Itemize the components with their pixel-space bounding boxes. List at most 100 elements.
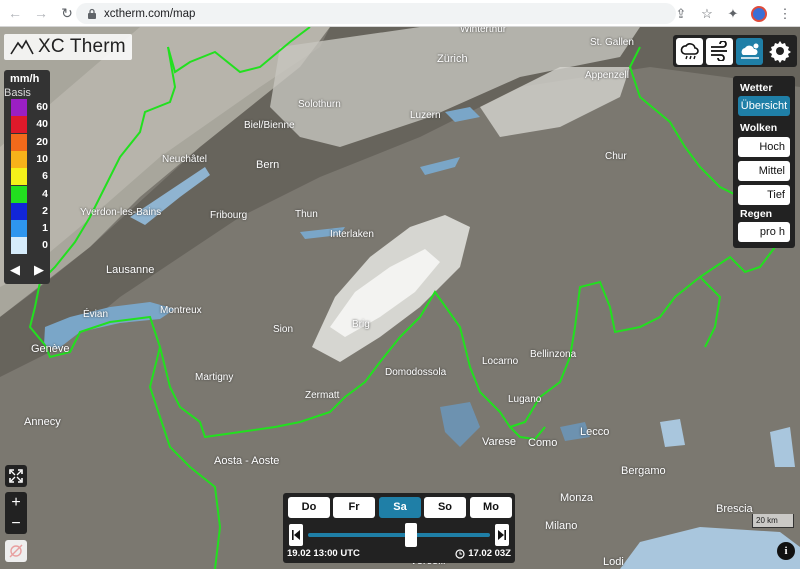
legend-label: 0 <box>42 239 48 252</box>
city-stgallen: St. Gallen <box>590 37 634 48</box>
zoom-out-button[interactable]: − <box>5 513 27 534</box>
legend-unit: mm/h <box>10 73 40 85</box>
overview-button[interactable]: Übersicht <box>738 96 790 116</box>
zoom-in-button[interactable]: + <box>5 492 27 513</box>
city-brescia: Brescia <box>716 503 753 515</box>
lock-icon <box>88 8 96 19</box>
profile-avatar[interactable] <box>748 3 770 24</box>
legend-swatch <box>11 116 27 134</box>
day-button-so[interactable]: So <box>424 497 466 518</box>
city-evian: Évian <box>83 309 109 320</box>
map-base <box>0 27 800 569</box>
city-neuchatel: Neuchâtel <box>162 154 208 165</box>
rain-per-hour-button[interactable]: pro h <box>738 222 790 242</box>
day-button-sa[interactable]: Sa <box>379 497 421 518</box>
mountain-logo-icon <box>10 39 34 55</box>
clouds-low-button[interactable]: Tief <box>738 185 790 205</box>
city-locarno: Locarno <box>482 356 519 367</box>
legend-label: 4 <box>42 187 48 200</box>
skip-back-button[interactable] <box>289 524 303 546</box>
city-solothurn: Solothurn <box>298 99 341 110</box>
city-martigny: Martigny <box>195 372 234 383</box>
legend-label: 60 <box>36 101 48 113</box>
time-slider-thumb[interactable] <box>405 523 417 547</box>
city-lugano: Lugano <box>508 394 542 405</box>
wolken-title: Wolken <box>740 122 778 134</box>
city-fribourg: Fribourg <box>210 210 248 221</box>
weather-map[interactable]: Zürich Winterthur Bern Lausanne Genève A… <box>0 27 800 569</box>
day-button-fr[interactable]: Fr <box>333 497 375 518</box>
city-montreux: Montreux <box>160 305 202 316</box>
city-brig: Brig <box>352 319 370 330</box>
browser-toolbar: ← → ↻ xctherm.com/map ⇪ ☆ ✦ ⋮ <box>0 0 800 27</box>
city-appenzell: Appenzell <box>585 70 629 81</box>
city-domodossola: Domodossola <box>385 367 447 378</box>
city-lecco: Lecco <box>580 426 610 438</box>
city-sion: Sion <box>273 324 294 335</box>
fullscreen-icon <box>9 469 23 483</box>
legend-label: 2 <box>42 204 48 217</box>
cloud-sun-icon <box>740 43 759 59</box>
location-off-icon <box>9 544 23 558</box>
legend-swatch <box>11 185 27 203</box>
precip-legend: mm/h Basis 60 40 20 10 6 4 2 1 0 ◀ ▶ <box>4 70 50 284</box>
legend-unit-sub: Basis <box>4 87 31 99</box>
settings-button[interactable] <box>766 37 793 65</box>
city-interlaken: Interlaken <box>330 229 374 240</box>
forward-icon[interactable]: → <box>30 2 52 24</box>
city-lausanne: Lausanne <box>106 264 155 276</box>
legend-swatch <box>11 133 27 151</box>
legend-label: 20 <box>36 135 48 148</box>
layer-panel: Wetter Übersicht Wolken Hoch Mittel Tief… <box>733 76 795 248</box>
model-run-label: 17.02 03Z <box>455 548 511 559</box>
clouds-mid-button[interactable]: Mittel <box>738 161 790 181</box>
skip-forward-button[interactable] <box>495 524 509 546</box>
city-annecy: Annecy <box>24 416 61 428</box>
location-button[interactable] <box>5 540 27 562</box>
clouds-high-button[interactable]: Hoch <box>738 137 790 157</box>
legend-swatch <box>11 99 27 116</box>
city-yverdon: Yverdon-les-Bains <box>80 207 162 218</box>
reload-icon[interactable]: ↻ <box>56 2 78 24</box>
cloud-icon <box>680 43 699 60</box>
info-icon[interactable]: i <box>777 542 795 560</box>
thermals-layer-button[interactable] <box>736 37 763 65</box>
gear-icon <box>768 41 791 63</box>
address-bar[interactable]: xctherm.com/map <box>76 3 676 24</box>
extensions-icon[interactable]: ✦ <box>722 3 744 24</box>
cloud-rain-layer-button[interactable] <box>676 37 703 65</box>
day-button-mo[interactable]: Mo <box>470 497 512 518</box>
city-bellinzona: Bellinzona <box>530 349 577 360</box>
model-run-text: 17.02 03Z <box>468 548 511 559</box>
legend-label: 1 <box>42 222 48 235</box>
city-zurich: Zürich <box>437 53 468 65</box>
legend-prev-icon[interactable]: ◀ <box>10 262 22 277</box>
city-winterthur: Winterthur <box>460 27 507 35</box>
skip-back-icon <box>292 530 300 540</box>
city-thun: Thun <box>295 209 318 220</box>
city-geneve: Genève <box>31 343 70 355</box>
wind-layer-button[interactable] <box>706 37 733 65</box>
time-slider-panel: Do Fr Sa So Mo 19.02 13:00 UTC 17.02 03Z <box>283 493 515 563</box>
legend-swatch <box>11 168 27 186</box>
back-icon[interactable]: ← <box>4 2 26 24</box>
day-button-do[interactable]: Do <box>288 497 330 518</box>
url-text: xctherm.com/map <box>104 7 196 20</box>
regen-title: Regen <box>740 208 773 220</box>
menu-dots-icon[interactable]: ⋮ <box>774 3 796 24</box>
share-icon[interactable]: ⇪ <box>670 3 692 24</box>
fullscreen-button[interactable] <box>5 465 27 487</box>
legend-swatch <box>11 237 27 255</box>
time-track[interactable] <box>308 533 490 537</box>
city-bern: Bern <box>256 159 280 171</box>
layer-toolbar <box>673 35 797 67</box>
legend-next-icon[interactable]: ▶ <box>34 262 46 277</box>
legend-label: 6 <box>42 170 48 183</box>
city-milano: Milano <box>545 520 578 532</box>
avatar <box>751 5 767 22</box>
legend-label: 40 <box>36 118 48 131</box>
star-icon[interactable]: ☆ <box>696 3 718 24</box>
app-logo[interactable]: XC Therm <box>4 34 132 60</box>
current-time-label: 19.02 13:00 UTC <box>287 548 360 559</box>
city-lodi: Lodi <box>603 556 624 568</box>
